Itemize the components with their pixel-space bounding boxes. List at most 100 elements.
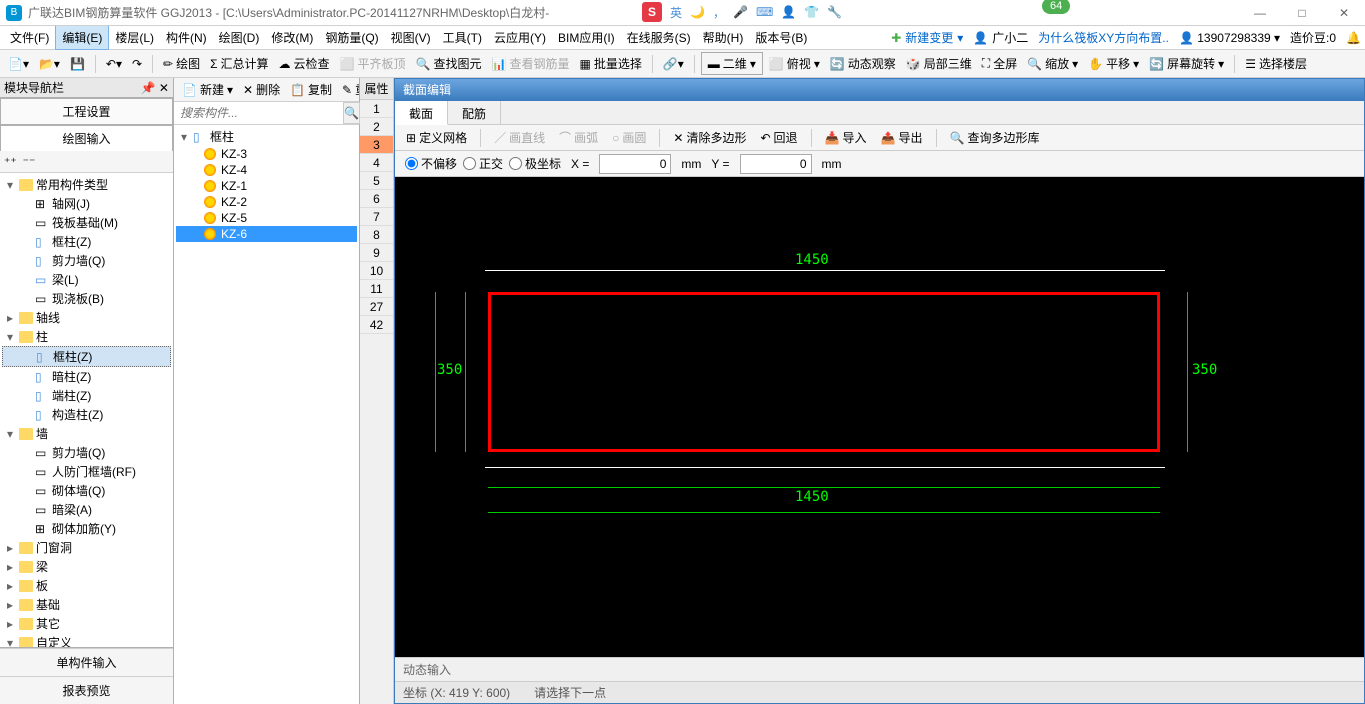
copy-button[interactable]: 📋复制 xyxy=(286,79,336,100)
search-button[interactable]: 🔍 xyxy=(343,102,360,124)
clear-poly-button[interactable]: ✕清除多边形 xyxy=(668,127,751,148)
kz-item[interactable]: KZ-4 xyxy=(176,162,357,178)
tree-shear-wall2[interactable]: ▭剪力墙(Q) xyxy=(2,443,171,462)
delete-button[interactable]: ✕删除 xyxy=(239,79,284,100)
maximize-button[interactable]: □ xyxy=(1281,0,1323,26)
menu-tools[interactable]: 工具(T) xyxy=(437,26,488,49)
draw-button[interactable]: ✏绘图 xyxy=(159,52,204,75)
bell-icon[interactable]: 🔔 xyxy=(1346,31,1361,45)
row-num[interactable]: 8 xyxy=(360,226,393,244)
flat-top-button[interactable]: ⬜平齐板顶 xyxy=(336,52,410,75)
undo-icon[interactable]: ↶▾ xyxy=(102,54,126,74)
import-button[interactable]: 📥导入 xyxy=(820,127,872,148)
row-num[interactable]: 5 xyxy=(360,172,393,190)
menu-online[interactable]: 在线服务(S) xyxy=(621,26,697,49)
tree-foundation[interactable]: ▸基础 xyxy=(2,595,171,614)
draw-arc-button[interactable]: ⌒画弧 xyxy=(554,127,603,148)
tab-project-settings[interactable]: 工程设置 xyxy=(0,98,173,125)
ime-comma-icon[interactable]: ， xyxy=(713,4,725,21)
row-num-selected[interactable]: 3 xyxy=(360,136,393,154)
tree-column[interactable]: ▾柱 xyxy=(2,327,171,346)
screenrot-button[interactable]: 🔄屏幕旋转 ▾ xyxy=(1145,52,1228,75)
collapse-all-icon[interactable]: ⁻⁻ xyxy=(23,155,36,169)
local3d-button[interactable]: 🎲局部三维 xyxy=(902,52,976,75)
ime-person-icon[interactable]: 👤 xyxy=(781,5,796,19)
draw-line-button[interactable]: ／画直线 xyxy=(489,127,550,148)
batch-select-button[interactable]: ▦批量选择 xyxy=(575,52,645,75)
tree-end-col[interactable]: ▯端柱(Z) xyxy=(2,386,171,405)
tab-section[interactable]: 截面 xyxy=(395,101,448,125)
row-num[interactable]: 4 xyxy=(360,154,393,172)
canvas[interactable]: 1450 350 350 1450 xyxy=(395,177,1364,657)
ime-wrench-icon[interactable]: 🔧 xyxy=(827,5,842,19)
search-input[interactable] xyxy=(174,102,343,124)
topview-button[interactable]: ⬜俯视 ▾ xyxy=(765,52,824,75)
tree-dark-beam[interactable]: ▭暗梁(A) xyxy=(2,500,171,519)
cloud-check-button[interactable]: ☁云检查 xyxy=(275,52,334,75)
row-num[interactable]: 10 xyxy=(360,262,393,280)
kz-item[interactable]: KZ-3 xyxy=(176,146,357,162)
draw-circle-button[interactable]: ○画圆 xyxy=(607,127,651,148)
open-file-icon[interactable]: 📂▾ xyxy=(35,54,64,74)
new-button[interactable]: 📄新建▾ xyxy=(178,79,237,100)
row-num[interactable]: 27 xyxy=(360,298,393,316)
menu-component[interactable]: 构件(N) xyxy=(160,26,213,49)
view-rebar-button[interactable]: 📊查看钢筋量 xyxy=(488,52,574,75)
menu-edit[interactable]: 编辑(E) xyxy=(55,25,109,50)
menu-rebar[interactable]: 钢筋量(Q) xyxy=(319,26,384,49)
tree-axis[interactable]: ▸轴线 xyxy=(2,308,171,327)
menu-view[interactable]: 视图(V) xyxy=(385,26,437,49)
expand-all-icon[interactable]: ⁺⁺ xyxy=(4,155,17,169)
ime-shirt-icon[interactable]: 👕 xyxy=(804,5,819,19)
ime-icon[interactable]: S xyxy=(642,2,662,22)
tree-struct-col[interactable]: ▯构造柱(Z) xyxy=(2,405,171,424)
owner-label[interactable]: 👤广小二 xyxy=(973,29,1028,46)
pan-button[interactable]: ✋平移 ▾ xyxy=(1084,52,1143,75)
menu-floor[interactable]: 楼层(L) xyxy=(109,26,160,49)
tab-rebar[interactable]: 配筋 xyxy=(448,101,501,124)
radio-no-offset[interactable]: 不偏移 xyxy=(405,155,457,172)
tree-root-framecol[interactable]: ▾▯框柱 xyxy=(176,127,357,146)
row-num[interactable]: 11 xyxy=(360,280,393,298)
row-num[interactable]: 6 xyxy=(360,190,393,208)
kz-item[interactable]: KZ-1 xyxy=(176,178,357,194)
tree-door-window[interactable]: ▸门窗洞 xyxy=(2,538,171,557)
tree-cast-slab[interactable]: ▭现浇板(B) xyxy=(2,289,171,308)
menu-draw[interactable]: 绘图(D) xyxy=(213,26,266,49)
link-icon[interactable]: 🔗▾ xyxy=(659,54,688,74)
tree-beam2[interactable]: ▸梁 xyxy=(2,557,171,576)
define-grid-button[interactable]: ⊞定义网格 xyxy=(401,127,472,148)
new-change-button[interactable]: ✚新建变更 ▾ xyxy=(891,29,963,46)
ime-mic-icon[interactable]: 🎤 xyxy=(733,5,748,19)
bottom-tab-single[interactable]: 单构件输入 xyxy=(0,648,173,676)
select-floor-button[interactable]: ☰选择楼层 xyxy=(1241,52,1311,75)
menu-bim[interactable]: BIM应用(I) xyxy=(552,26,621,49)
redo-icon[interactable]: ↷ xyxy=(128,54,146,74)
tree-axis-net[interactable]: ⊞轴网(J) xyxy=(2,194,171,213)
ime-lang[interactable]: 英 xyxy=(670,4,682,21)
menu-file[interactable]: 文件(F) xyxy=(4,26,55,49)
menu-modify[interactable]: 修改(M) xyxy=(265,26,319,49)
menu-cloud[interactable]: 云应用(Y) xyxy=(488,26,552,49)
fullscreen-button[interactable]: ⛶全屏 xyxy=(978,52,1021,75)
x-input[interactable] xyxy=(599,154,671,174)
kz-item[interactable]: KZ-2 xyxy=(176,194,357,210)
y-input[interactable] xyxy=(740,154,812,174)
tree-common-types[interactable]: ▾常用构件类型 xyxy=(2,175,171,194)
find-view-button[interactable]: 🔍查找图元 xyxy=(412,52,486,75)
menu-help[interactable]: 帮助(H) xyxy=(697,26,750,49)
minimize-button[interactable]: — xyxy=(1239,0,1281,26)
pin-icon[interactable]: 📌 ✕ xyxy=(141,81,169,95)
row-num[interactable]: 7 xyxy=(360,208,393,226)
tree-beam[interactable]: ▭梁(L) xyxy=(2,270,171,289)
ime-moon-icon[interactable]: 🌙 xyxy=(690,5,705,19)
dynview-button[interactable]: 🔄动态观察 xyxy=(826,52,900,75)
tree-dark-col[interactable]: ▯暗柱(Z) xyxy=(2,367,171,386)
new-file-icon[interactable]: 📄▾ xyxy=(4,54,33,74)
help-link[interactable]: 为什么筏板XY方向布置.. xyxy=(1038,29,1169,46)
save-icon[interactable]: 💾 xyxy=(66,54,89,74)
sum-calc-button[interactable]: Σ 汇总计算 xyxy=(206,52,272,75)
bottom-tab-report[interactable]: 报表预览 xyxy=(0,676,173,704)
row-num[interactable]: 2 xyxy=(360,118,393,136)
close-button[interactable]: ✕ xyxy=(1323,0,1365,26)
